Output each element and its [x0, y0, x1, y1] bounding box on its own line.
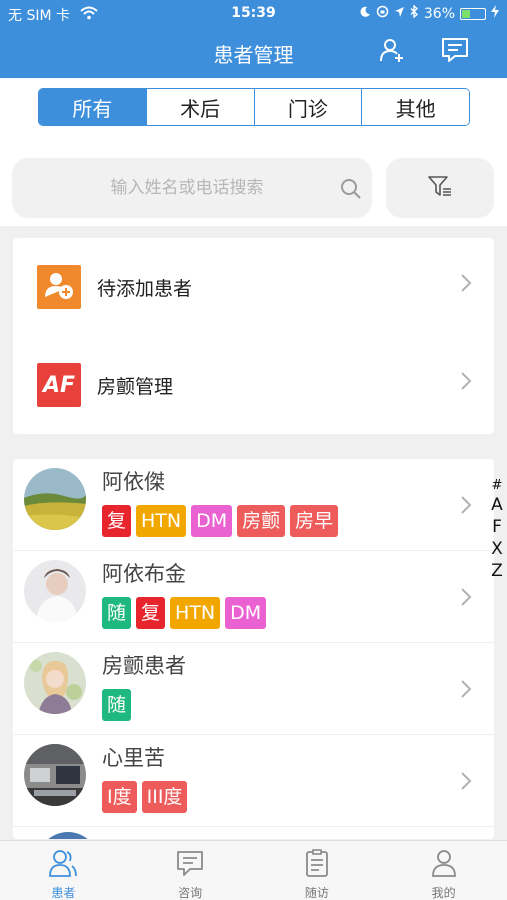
moon-icon: [359, 6, 371, 22]
patient-list[interactable]: 阿依傑复 HTN DM 房颤 房早 阿依布金随复 HTN DM 房颤患者随心里苦 I度 III度: [13, 459, 494, 839]
patient-name: 阿依布金: [102, 562, 186, 586]
diagnosis-tag: I度: [102, 781, 137, 813]
person-plus-icon: [379, 37, 405, 67]
patient-tags: 复 HTN DM 房颤 房早: [102, 505, 339, 537]
chat-box-icon: [441, 37, 469, 67]
battery-percent: 36%: [423, 5, 455, 22]
tab-1[interactable]: 咨询: [127, 841, 254, 900]
patient-name: 阿依傑: [102, 470, 165, 494]
chevron-right-icon: [460, 587, 472, 613]
patient-row[interactable]: 阿依布金随复 HTN DM: [13, 551, 494, 643]
diagnosis-tag: HTN: [170, 597, 221, 629]
tab-0[interactable]: 患者: [0, 841, 127, 900]
profile-icon: [429, 848, 459, 882]
index-letter[interactable]: A: [491, 494, 503, 516]
index-letter[interactable]: F: [492, 516, 502, 538]
battery-level: [462, 9, 470, 18]
index-letter[interactable]: #: [492, 478, 503, 494]
diagnosis-tag: 房早: [290, 505, 339, 537]
segment-0[interactable]: 所有: [39, 89, 146, 125]
filter-button[interactable]: [386, 158, 494, 218]
status-right: 36%: [359, 4, 499, 22]
title-bar: 患者管理: [0, 32, 507, 72]
tab-label: 随访: [304, 886, 329, 900]
avatar: [24, 560, 86, 622]
charging-icon: [491, 5, 499, 22]
avatar: [24, 468, 86, 530]
chevron-right-icon: [460, 679, 472, 705]
bluetooth-icon: [410, 4, 419, 22]
patient-tags: I度 III度: [102, 781, 188, 813]
filter-panel: 所有 术后 门诊 其他: [0, 78, 507, 226]
followup-icon: [302, 848, 332, 882]
patients-icon: [48, 848, 78, 882]
app-header: 无 SIM 卡 15:39 36% 患者管理: [0, 0, 507, 78]
lock-rotation-icon: [376, 5, 389, 22]
tab-2[interactable]: 随访: [254, 841, 381, 900]
tab-label: 我的: [431, 886, 456, 900]
search-input[interactable]: [12, 158, 332, 218]
index-letter[interactable]: X: [491, 538, 503, 560]
chevron-right-icon: [460, 495, 472, 521]
patient-row[interactable]: 心里苦 I度 III度: [13, 735, 494, 827]
diagnosis-tag: DM: [191, 505, 233, 537]
location-icon: [394, 6, 405, 22]
menu-label: 待添加患者: [97, 278, 193, 300]
index-letter[interactable]: Z: [491, 560, 503, 582]
segment-1[interactable]: 术后: [145, 89, 254, 125]
message-button[interactable]: [439, 36, 471, 68]
segment-2[interactable]: 门诊: [253, 89, 362, 125]
tab-label: 咨询: [178, 886, 203, 900]
page-title: 患者管理: [213, 43, 294, 67]
patient-tags: 随: [102, 689, 132, 721]
avatar: [24, 744, 86, 806]
af-logo-icon: AF: [37, 363, 81, 407]
add-user-icon: [43, 269, 75, 305]
patient-name: 心里苦: [102, 746, 165, 770]
consult-icon: [175, 848, 205, 882]
add-patient-button[interactable]: [376, 36, 408, 68]
diagnosis-tag: HTN: [136, 505, 187, 537]
diagnosis-tag: 随: [102, 689, 132, 721]
patient-row[interactable]: 阿依傑复 HTN DM 房颤 房早: [13, 459, 494, 551]
menu-label: 房颤管理: [97, 376, 174, 398]
chevron-right-icon: [460, 771, 472, 797]
alphabet-index[interactable]: # A F X Z: [488, 478, 506, 582]
search-icon[interactable]: [340, 178, 362, 204]
diagnosis-tag: 随: [102, 597, 132, 629]
menu-icon-box: [37, 265, 81, 309]
tab-3[interactable]: 我的: [380, 841, 507, 900]
bottom-tab-bar: 患者 咨询 随访 我的: [0, 840, 507, 900]
battery-icon: [460, 7, 486, 20]
diagnosis-tag: 房颤: [237, 505, 286, 537]
pending-patients-row[interactable]: 待添加患者: [13, 238, 494, 336]
segment-3[interactable]: 其他: [361, 89, 469, 125]
af-management-row[interactable]: AF 房颤管理: [13, 336, 494, 434]
chevron-right-icon: [460, 273, 472, 299]
avatar: [24, 652, 86, 714]
chevron-right-icon: [460, 371, 472, 397]
avatar: [37, 832, 99, 839]
tab-label: 患者: [51, 886, 76, 900]
diagnosis-tag: 复: [102, 505, 132, 537]
category-segmented-control: 所有 术后 门诊 其他: [38, 88, 470, 126]
filter-icon: [428, 175, 452, 201]
status-bar: 无 SIM 卡 15:39 36%: [0, 0, 507, 28]
patient-tags: 随复 HTN DM: [102, 597, 267, 629]
diagnosis-tag: 复: [136, 597, 166, 629]
management-menu-card: 待添加患者 AF 房颤管理: [13, 238, 494, 434]
diagnosis-tag: DM: [225, 597, 267, 629]
patient-name: 房颤患者: [102, 654, 186, 678]
diagnosis-tag: III度: [141, 781, 188, 813]
search-box: [12, 158, 372, 218]
patient-row[interactable]: 房颤患者随: [13, 643, 494, 735]
